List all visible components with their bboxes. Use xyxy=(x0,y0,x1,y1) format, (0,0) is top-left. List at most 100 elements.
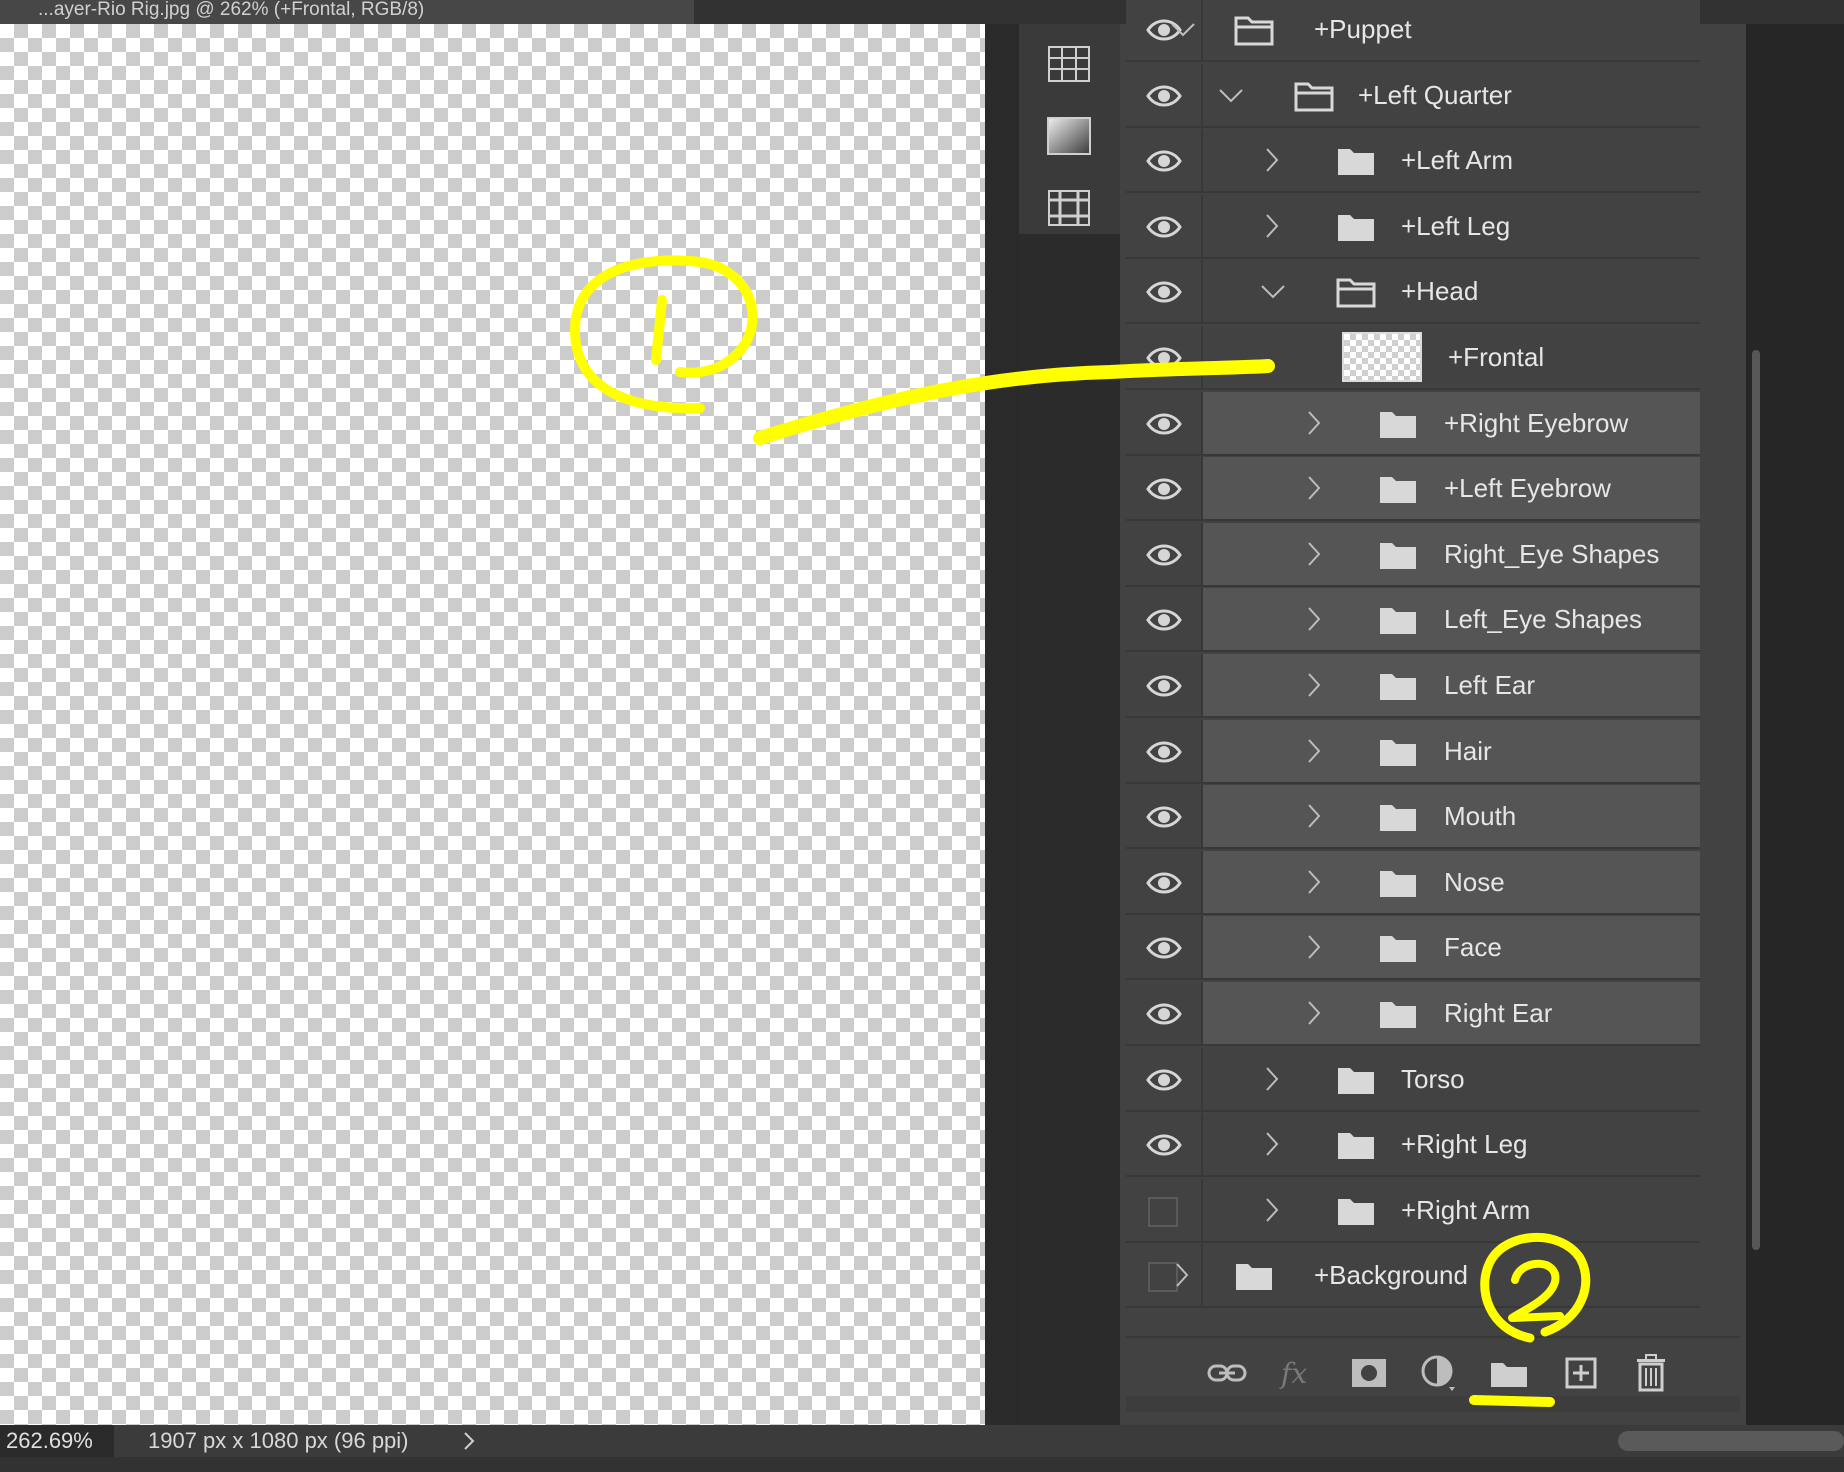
visibility-cell[interactable] xyxy=(1126,916,1203,979)
visibility-cell[interactable] xyxy=(1126,1113,1203,1176)
chevron-right-icon[interactable] xyxy=(1174,1262,1190,1293)
chevron-right-icon[interactable] xyxy=(1264,213,1280,244)
eye-icon[interactable] xyxy=(1146,147,1182,175)
layer-name: +Head xyxy=(1401,276,1479,307)
layer-row[interactable]: +Left Quarter xyxy=(1126,63,1700,128)
layer-row[interactable]: Hair xyxy=(1126,719,1700,784)
layer-name: Nose xyxy=(1444,866,1505,897)
fx-icon[interactable]: fx xyxy=(1276,1352,1318,1394)
visibility-cell[interactable] xyxy=(1126,326,1203,388)
chevron-right-icon[interactable] xyxy=(1264,1131,1280,1162)
layer-row[interactable]: +Right Leg xyxy=(1126,1113,1700,1178)
visibility-cell[interactable] xyxy=(1126,194,1203,257)
trash-icon[interactable] xyxy=(1630,1352,1672,1394)
document-tab[interactable]: ...ayer-Rio Rig.jpg @ 262% (+Frontal, RG… xyxy=(0,0,694,24)
layer-name: +Right Arm xyxy=(1401,1194,1531,1225)
visibility-cell[interactable] xyxy=(1126,654,1203,716)
visibility-cell[interactable] xyxy=(1126,1244,1203,1307)
layer-row[interactable]: +Frontal xyxy=(1126,326,1700,390)
zoom-level[interactable]: 262.69% xyxy=(0,1425,114,1457)
eye-icon[interactable] xyxy=(1146,869,1182,897)
chevron-right-icon[interactable] xyxy=(1264,147,1280,178)
visibility-off-box[interactable] xyxy=(1148,1196,1178,1227)
layer-row[interactable]: +Puppet xyxy=(1126,0,1700,62)
layer-row[interactable]: +Left Arm xyxy=(1126,129,1700,194)
folder-icon xyxy=(1378,408,1418,445)
chevron-right-icon[interactable] xyxy=(1306,410,1322,441)
layer-row[interactable]: Right Ear xyxy=(1126,982,1700,1046)
chevron-right-icon[interactable] xyxy=(1306,869,1322,900)
chevron-right-icon[interactable] xyxy=(1306,803,1322,834)
eye-icon[interactable] xyxy=(1146,738,1182,766)
adjustment-layer-icon[interactable] xyxy=(1418,1352,1460,1394)
layer-name: Left_Eye Shapes xyxy=(1444,604,1643,635)
eye-icon[interactable] xyxy=(1146,606,1182,634)
eye-icon[interactable] xyxy=(1146,82,1182,110)
chevron-right-icon[interactable] xyxy=(1306,738,1322,769)
eye-icon[interactable] xyxy=(1146,1131,1182,1159)
visibility-cell[interactable] xyxy=(1126,588,1203,651)
visibility-cell[interactable] xyxy=(1126,522,1203,585)
visibility-cell[interactable] xyxy=(1126,457,1203,520)
chevron-right-icon[interactable] xyxy=(1306,1000,1322,1031)
grid-icon[interactable] xyxy=(1043,38,1095,90)
gradient-swatch-icon[interactable] xyxy=(1043,110,1095,162)
eye-icon[interactable] xyxy=(1146,1000,1182,1028)
layer-row[interactable]: +Background xyxy=(1126,1244,1700,1309)
chevron-down-icon[interactable] xyxy=(1260,282,1286,307)
layer-row[interactable]: Right_Eye Shapes xyxy=(1126,522,1700,587)
eye-icon[interactable] xyxy=(1146,541,1182,569)
visibility-cell[interactable] xyxy=(1126,982,1203,1044)
visibility-cell[interactable] xyxy=(1126,785,1203,848)
chevron-down-icon[interactable] xyxy=(1170,20,1196,45)
layer-row[interactable]: Mouth xyxy=(1126,785,1700,850)
eye-icon[interactable] xyxy=(1146,475,1182,503)
visibility-cell[interactable] xyxy=(1126,1047,1203,1110)
visibility-cell[interactable] xyxy=(1126,260,1203,323)
visibility-cell[interactable] xyxy=(1126,1178,1203,1241)
chevron-down-icon[interactable] xyxy=(1218,86,1244,111)
eye-icon[interactable] xyxy=(1146,934,1182,962)
layer-row[interactable]: Nose xyxy=(1126,850,1700,915)
chevron-right-icon[interactable] xyxy=(1306,606,1322,637)
chevron-right-icon[interactable] xyxy=(1264,1197,1280,1228)
panel-resize-grip[interactable] xyxy=(1126,1396,1740,1412)
grid-pattern-icon[interactable] xyxy=(1043,182,1095,234)
eye-icon[interactable] xyxy=(1146,278,1182,306)
tool-strip xyxy=(1019,24,1121,234)
chevron-right-icon[interactable] xyxy=(1306,475,1322,506)
eye-icon[interactable] xyxy=(1146,213,1182,241)
layer-row[interactable]: +Left Eyebrow xyxy=(1126,457,1700,522)
status-menu-arrow-icon[interactable] xyxy=(462,1431,476,1451)
layer-row[interactable]: +Right Eyebrow xyxy=(1126,391,1700,456)
layer-row[interactable]: Left_Eye Shapes xyxy=(1126,588,1700,653)
canvas[interactable] xyxy=(0,24,985,1425)
layer-mask-icon[interactable] xyxy=(1348,1352,1390,1394)
new-layer-icon[interactable] xyxy=(1560,1352,1602,1394)
layer-row[interactable]: +Head xyxy=(1126,260,1700,325)
layer-row[interactable]: Left Ear xyxy=(1126,654,1700,718)
chevron-right-icon[interactable] xyxy=(1306,934,1322,965)
layer-row[interactable]: +Right Arm xyxy=(1126,1178,1700,1243)
chevron-right-icon[interactable] xyxy=(1306,672,1322,703)
new-group-icon[interactable] xyxy=(1488,1352,1530,1394)
visibility-cell[interactable] xyxy=(1126,391,1203,454)
eye-icon[interactable] xyxy=(1146,1066,1182,1094)
visibility-cell[interactable] xyxy=(1126,850,1203,913)
visibility-cell[interactable] xyxy=(1126,63,1203,126)
horizontal-scrollbar[interactable] xyxy=(1618,1431,1844,1451)
layer-row[interactable]: Face xyxy=(1126,916,1700,981)
visibility-cell[interactable] xyxy=(1126,719,1203,782)
layers-scrollbar[interactable] xyxy=(1752,350,1760,1250)
chevron-right-icon[interactable] xyxy=(1264,1066,1280,1097)
layer-row[interactable]: Torso xyxy=(1126,1047,1700,1112)
folder-icon xyxy=(1336,145,1376,182)
eye-icon[interactable] xyxy=(1146,672,1182,700)
layer-row[interactable]: +Left Leg xyxy=(1126,194,1700,259)
visibility-cell[interactable] xyxy=(1126,129,1203,192)
chevron-right-icon[interactable] xyxy=(1306,541,1322,572)
link-layers-icon[interactable] xyxy=(1206,1352,1248,1394)
eye-icon[interactable] xyxy=(1146,803,1182,831)
eye-icon[interactable] xyxy=(1146,410,1182,438)
eye-icon[interactable] xyxy=(1146,344,1182,372)
